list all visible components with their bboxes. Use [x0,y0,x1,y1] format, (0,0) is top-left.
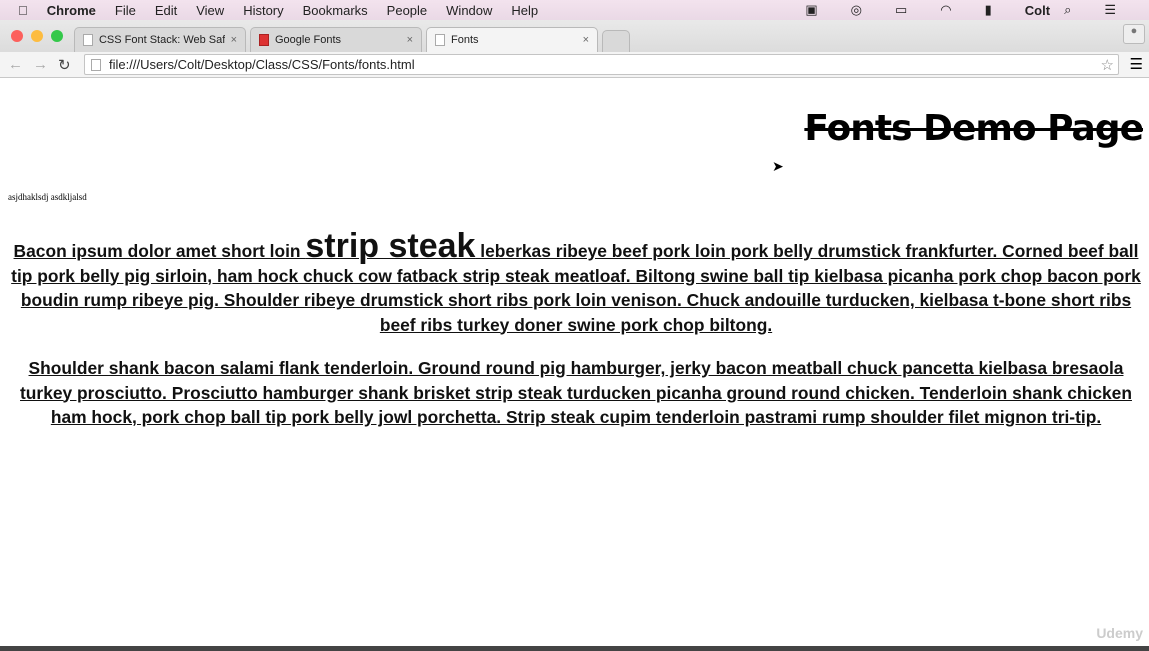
apple-icon[interactable]:  [18,3,28,18]
menu-window[interactable]: Window [446,3,492,18]
forward-icon[interactable]: → [33,56,48,74]
bottom-edge [0,646,1149,651]
tab-fonts[interactable]: Fonts × [426,27,598,52]
menu-edit[interactable]: Edit [155,3,177,18]
menu-people[interactable]: People [387,3,427,18]
spotlight-search-icon[interactable]: ⌕ [1064,2,1071,18]
small-text: asjdhaklsdj asdkljalsd [8,192,87,202]
paragraph-2: Shoulder shank bacon salami flank tender… [20,358,1132,427]
paragraph-1: Bacon ipsum dolor amet short loin strip … [8,229,1144,337]
wifi-icon[interactable]: ◠ [940,2,951,18]
p1-large-text: strip steak [305,227,476,265]
zoom-window-button[interactable] [51,30,63,42]
profile-icon[interactable]: ● [1123,24,1145,44]
menu-app-chrome[interactable]: Chrome [47,3,96,18]
page-content: Fonts Demo Page asjdhaklsdj asdkljalsd B… [0,78,1149,651]
creative-cloud-icon[interactable]: ◎ [851,2,862,18]
page-icon [83,34,93,46]
reload-icon[interactable]: ↻ [58,56,71,74]
menu-view[interactable]: View [196,3,224,18]
close-window-button[interactable] [11,30,23,42]
menu-history[interactable]: History [243,3,283,18]
page-icon [435,34,445,46]
tab-strip: CSS Font Stack: Web Safe × Google Fonts … [0,20,1149,52]
chrome-menu-icon[interactable]: ☰ [1130,55,1143,73]
camera-icon[interactable]: ▣ [805,2,817,18]
tab-label: CSS Font Stack: Web Safe [98,34,225,46]
tab-css-font-stack[interactable]: CSS Font Stack: Web Safe × [74,27,246,52]
udemy-watermark: Udemy [1096,625,1143,641]
menu-file[interactable]: File [115,3,136,18]
tab-label: Fonts [451,34,479,46]
tab-google-fonts[interactable]: Google Fonts × [250,27,422,52]
bookmark-star-icon[interactable]: ☆ [1101,56,1114,74]
minimize-window-button[interactable] [31,30,43,42]
browser-toolbar: ← → ↻ file:///Users/Colt/Desktop/Class/C… [0,52,1149,78]
tab-label: Google Fonts [275,34,342,46]
mouse-cursor-icon: ➤ [772,158,784,174]
notification-list-icon[interactable]: ☰ [1104,2,1116,18]
address-bar[interactable]: file:///Users/Colt/Desktop/Class/CSS/Fon… [84,54,1119,75]
new-tab-button[interactable] [602,30,630,52]
menu-help[interactable]: Help [511,3,538,18]
google-fonts-icon [259,34,269,46]
p1-text-start: Bacon ipsum dolor amet short loin [13,241,306,261]
page-icon [91,59,101,71]
mac-menubar:  Chrome File Edit View History Bookmark… [0,0,1149,20]
close-tab-icon[interactable]: × [407,34,413,46]
back-icon[interactable]: ← [8,56,23,74]
battery-icon[interactable]: ▮ [985,2,992,18]
page-title: Fonts Demo Page [804,108,1144,149]
menu-bookmarks[interactable]: Bookmarks [303,3,368,18]
close-tab-icon[interactable]: × [583,34,589,46]
user-name[interactable]: Colt [1025,3,1050,18]
close-tab-icon[interactable]: × [231,34,237,46]
url-text: file:///Users/Colt/Desktop/Class/CSS/Fon… [109,57,415,72]
airplay-icon[interactable]: ▭ [895,2,907,18]
